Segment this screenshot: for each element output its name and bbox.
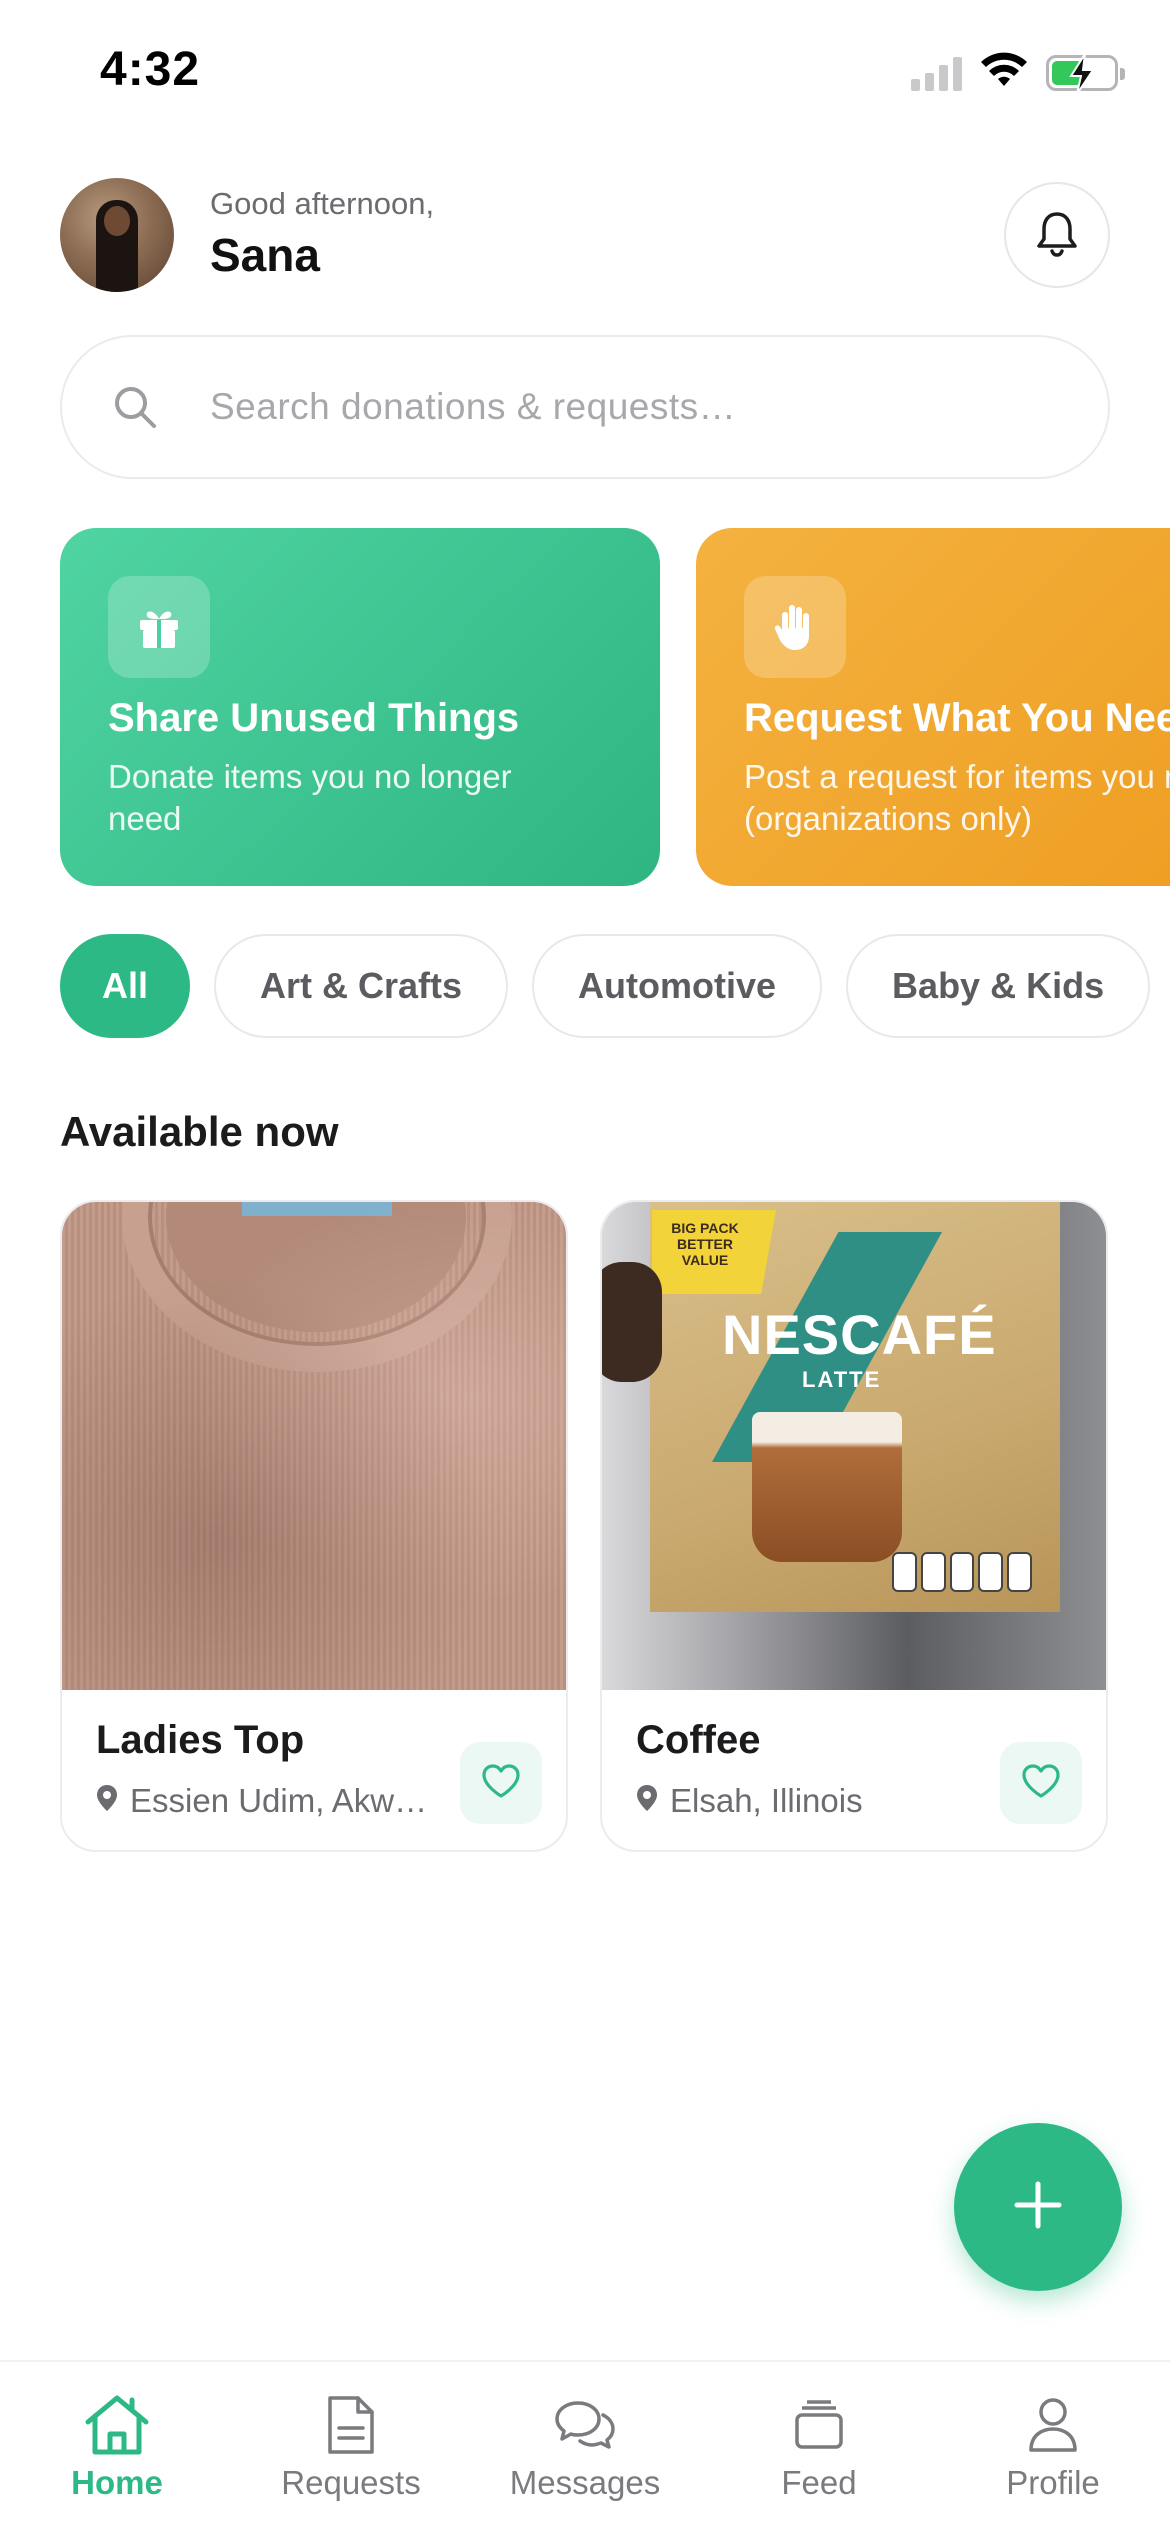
bottom-tab-bar: Home Requests Messages Feed Profile (0, 2360, 1170, 2532)
hand-icon (744, 576, 846, 678)
tab-label: Messages (509, 2464, 661, 2501)
promo-title: Share Unused Things (108, 696, 520, 740)
status-time: 4:32 (100, 43, 201, 96)
feed-stack-icon (793, 2392, 845, 2458)
chip-automotive[interactable]: Automotive (532, 934, 823, 1038)
greeting-text: Good afternoon, (210, 186, 435, 221)
chip-baby-kids[interactable]: Baby & Kids (846, 934, 1151, 1038)
home-header: Good afternoon, Sana (60, 178, 1110, 293)
item-card[interactable]: BIG PACK BETTER VALUE NESCAFÉ LATTE Coff… (600, 1200, 1108, 1852)
chip-art-crafts[interactable]: Art & Crafts (214, 934, 509, 1038)
cellular-signal-icon (911, 55, 962, 91)
promo-subtitle: Donate items you no longer need (108, 758, 512, 837)
status-bar: 4:32 (0, 0, 1170, 150)
favorite-button[interactable] (1000, 1742, 1082, 1824)
tab-feed[interactable]: Feed (702, 2362, 936, 2532)
bell-icon (1035, 209, 1079, 262)
gift-icon (108, 576, 210, 678)
search-placeholder: Search donations & requests… (210, 386, 737, 427)
tab-label: Profile (1006, 2464, 1100, 2501)
section-title: Available now (60, 1108, 339, 1155)
plus-icon (1013, 2180, 1063, 2235)
item-location: Elsah, Illinois (636, 1782, 863, 1820)
notifications-button[interactable] (1004, 182, 1110, 288)
location-pin-icon (636, 1782, 658, 1820)
avatar[interactable] (60, 178, 174, 292)
item-title: Coffee (636, 1718, 761, 1762)
user-name: Sana (210, 229, 320, 281)
tab-label: Home (71, 2464, 163, 2501)
heart-icon (481, 1763, 521, 1804)
favorite-button[interactable] (460, 1742, 542, 1824)
home-screen: 4:32 Good afternoon, Sana Search donatio… (0, 0, 1170, 2532)
item-location-text: Essien Udim, Akw… (130, 1782, 428, 1819)
search-icon (110, 382, 160, 432)
battery-icon (1046, 53, 1125, 94)
status-icons (911, 52, 1125, 94)
home-icon (84, 2392, 150, 2458)
share-unused-things-card[interactable]: Share Unused Things Donate items you no … (60, 528, 660, 886)
add-donation-button[interactable] (954, 2123, 1122, 2291)
item-location-text: Elsah, Illinois (670, 1782, 863, 1819)
location-pin-icon (96, 1782, 118, 1820)
person-icon (1027, 2392, 1079, 2458)
search-input[interactable]: Search donations & requests… (60, 335, 1110, 479)
tab-requests[interactable]: Requests (234, 2362, 468, 2532)
tab-messages[interactable]: Messages (468, 2362, 702, 2532)
tab-profile[interactable]: Profile (936, 2362, 1170, 2532)
request-what-you-need-card[interactable]: Request What You Need Post a request for… (696, 528, 1170, 886)
chip-all[interactable]: All (60, 934, 191, 1038)
chat-bubbles-icon (554, 2392, 616, 2458)
item-image: BIG PACK BETTER VALUE NESCAFÉ LATTE (602, 1202, 1106, 1690)
tab-home[interactable]: Home (0, 2362, 234, 2532)
item-image (62, 1202, 566, 1690)
document-icon (326, 2392, 376, 2458)
item-title: Ladies Top (96, 1718, 305, 1762)
category-chips: All Art & Crafts Automotive Baby & Kids (60, 934, 1170, 1038)
tab-label: Requests (281, 2464, 421, 2501)
item-card[interactable]: Ladies Top Essien Udim, Akw… (60, 1200, 568, 1852)
tab-label: Feed (781, 2464, 857, 2501)
wifi-icon (980, 52, 1028, 93)
item-location: Essien Udim, Akw… (96, 1782, 427, 1820)
promo-subtitle: Post a request for items you need (organ… (744, 758, 1170, 837)
heart-icon (1021, 1763, 1061, 1804)
promo-title: Request What You Need (744, 696, 1170, 740)
